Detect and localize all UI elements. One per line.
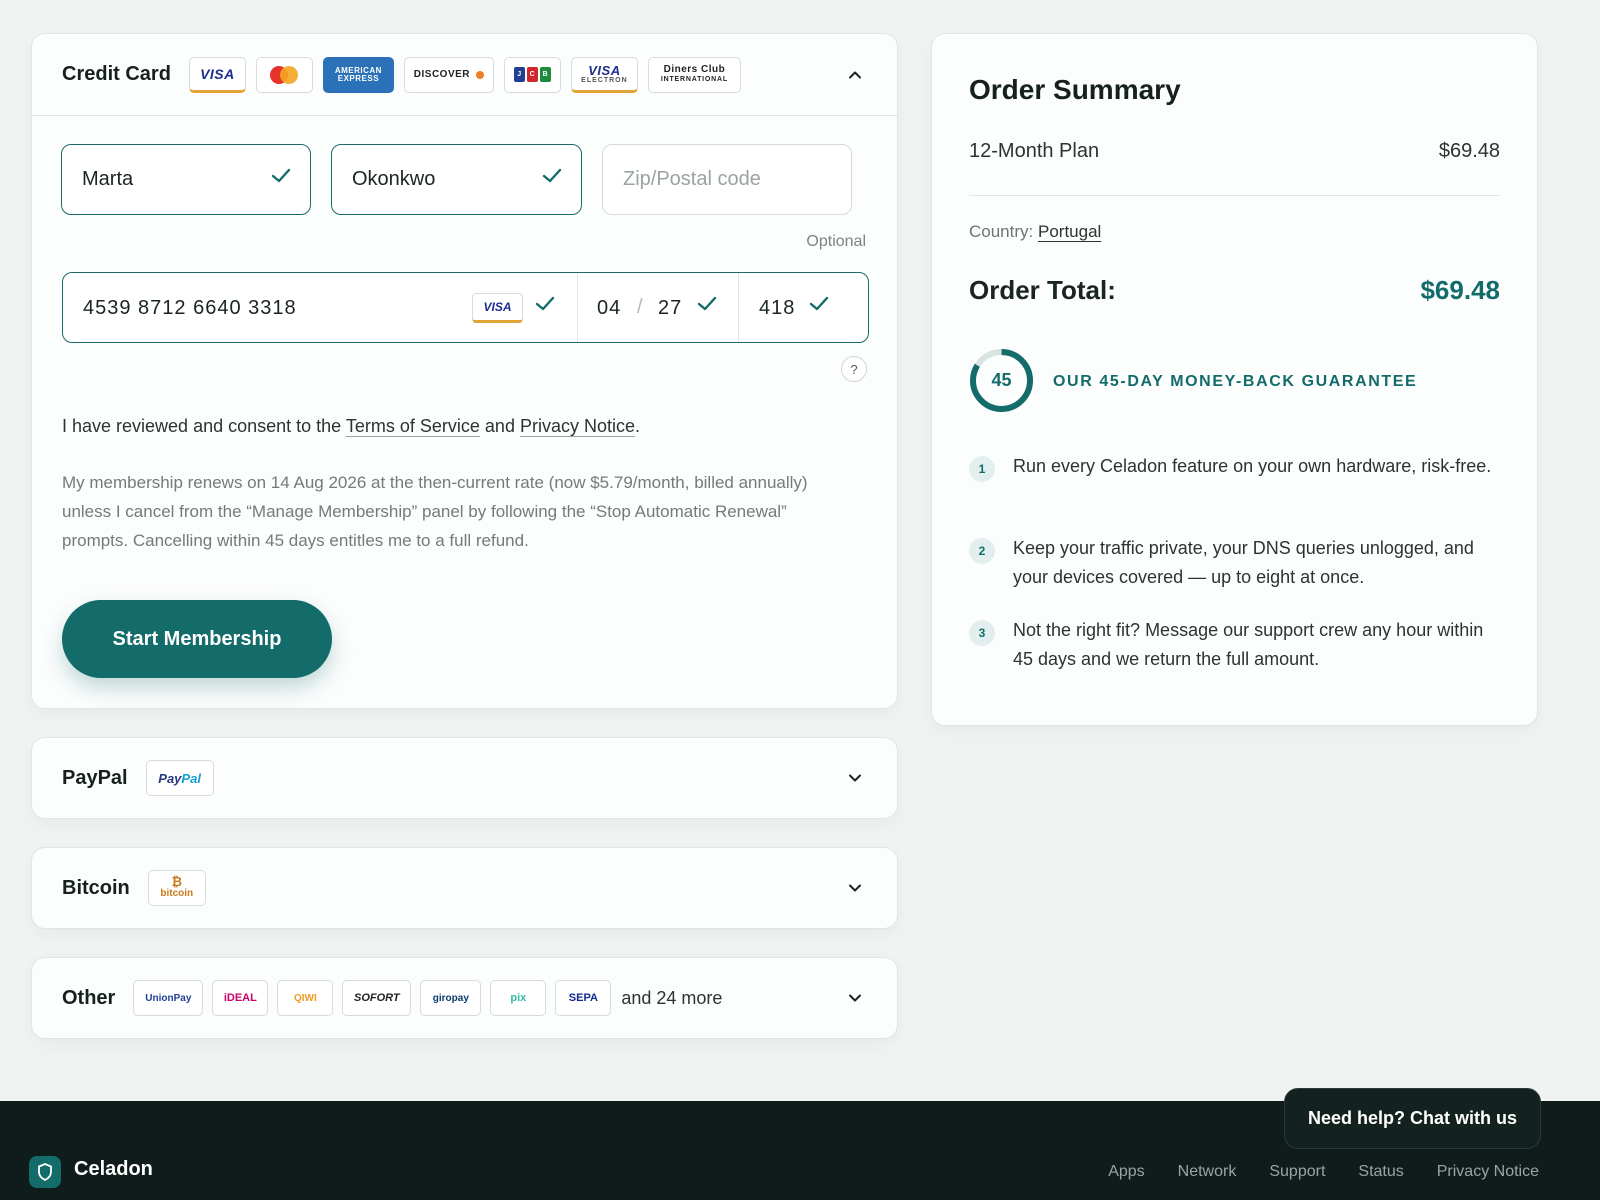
order-summary: Order Summary 12-Month Plan $69.48 Count… — [931, 33, 1538, 726]
card-brand-logos: VISA AMERICAN EXPRESS DISCOVER J C B VISA… — [188, 56, 741, 93]
cvc-help-button[interactable]: ? — [841, 356, 867, 382]
sofort-logo: SOFORT — [342, 980, 412, 1016]
other-method-logos: UnionPay iDEAL QIWI SOFORT giropay pix S… — [133, 980, 612, 1016]
check-icon — [697, 296, 717, 311]
paypal-title: PayPal — [62, 766, 128, 789]
check-icon — [535, 296, 555, 311]
footer-link-apps[interactable]: Apps — [1108, 1163, 1144, 1181]
check-icon — [542, 168, 562, 183]
credit-card-header[interactable]: Credit Card VISA AMERICAN EXPRESS DISCOVE… — [32, 34, 897, 116]
plan-price: $69.48 — [1438, 140, 1500, 162]
footer-brand[interactable]: Celadon — [74, 1158, 153, 1181]
last-name-field[interactable]: Okonkwo — [331, 144, 582, 215]
footer-link-network[interactable]: Network — [1178, 1163, 1237, 1181]
zip-placeholder: Zip/Postal code — [623, 168, 761, 190]
giropay-logo: giropay — [420, 980, 482, 1016]
footer-link-support[interactable]: Support — [1269, 1163, 1325, 1181]
guarantee-point: 2 Keep your traffic private, your DNS qu… — [969, 534, 1500, 592]
cvc-input[interactable]: 418 — [759, 297, 795, 320]
sepa-logo: SEPA — [555, 980, 612, 1016]
jcb-logo: J C B — [503, 56, 561, 93]
other-title: Other — [62, 986, 116, 1009]
guarantee-title: OUR 45-DAY MONEY-BACK GUARANTEE — [1053, 373, 1418, 390]
guarantee-point: 1 Run every Celadon feature on your own … — [969, 452, 1500, 482]
check-icon — [809, 296, 829, 311]
visa-logo: VISA — [188, 56, 246, 93]
credit-card-panel: Credit Card VISA AMERICAN EXPRESS DISCOVE… — [31, 33, 898, 709]
guarantee-point: 3 Not the right fit? Message our support… — [969, 616, 1500, 674]
expiry-year-input[interactable]: 27 — [658, 297, 682, 320]
chevron-down-icon[interactable] — [848, 991, 862, 1005]
paypal-logo: Pay Pal — [145, 760, 214, 796]
order-summary-title: Order Summary — [969, 74, 1181, 105]
check-icon — [271, 168, 291, 183]
paypal-panel[interactable]: PayPal Pay Pal — [31, 737, 898, 819]
privacy-link[interactable]: Privacy Notice — [520, 416, 635, 436]
bitcoin-panel[interactable]: Bitcoin ₿ bitcoin — [31, 847, 898, 929]
footer-link-status[interactable]: Status — [1358, 1163, 1403, 1181]
consent-text: I have reviewed and consent to the Terms… — [62, 416, 641, 436]
visa-electron-logo: VISA ELECTRON — [570, 56, 638, 93]
expiry-separator: / — [637, 296, 643, 318]
credit-card-title: Credit Card — [62, 63, 171, 85]
amex-logo: AMERICAN EXPRESS — [322, 56, 394, 93]
plan-name: 12-Month Plan — [969, 140, 1100, 162]
diners-club-logo: Diners Club INTERNATIONAL — [647, 56, 741, 93]
bitcoin-title: Bitcoin — [62, 876, 130, 899]
ideal-logo: iDEAL — [212, 980, 269, 1016]
first-name-field[interactable]: Marta — [61, 144, 311, 215]
first-name-value: Marta — [82, 168, 134, 190]
guarantee-days: 45 — [991, 370, 1012, 390]
chevron-up-icon[interactable] — [848, 68, 862, 82]
last-name-value: Okonkwo — [352, 168, 436, 190]
start-membership-button[interactable]: Start Membership — [62, 600, 332, 678]
shield-icon — [29, 1156, 61, 1188]
order-total-amount: $69.48 — [1420, 275, 1500, 305]
summary-divider — [969, 195, 1500, 196]
payment-methods: Credit Card VISA AMERICAN EXPRESS DISCOVE… — [31, 33, 898, 1039]
chevron-down-icon[interactable] — [848, 881, 862, 895]
chat-support-button[interactable]: Need help? Chat with us — [1284, 1088, 1541, 1149]
card-details-field: 4539 8712 6640 3318 VISA 04 / 27 418 — [62, 272, 869, 343]
discover-logo: DISCOVER — [403, 56, 494, 93]
renewal-terms: My membership renews on 14 Aug 2026 at t… — [62, 473, 808, 550]
terms-link[interactable]: Terms of Service — [346, 416, 480, 436]
zip-optional-label: Optional — [806, 233, 866, 250]
detected-card-brand: VISA — [472, 293, 523, 323]
plan-row: 12-Month Plan $69.48 — [969, 140, 1500, 163]
other-methods-panel[interactable]: Other UnionPay iDEAL QIWI SOFORT giropay… — [31, 957, 898, 1039]
order-total-row: Order Total: $69.48 — [969, 275, 1500, 306]
country-row: Country: Portugal — [969, 222, 1102, 241]
footer-nav: Apps Network Support Status Privacy Noti… — [1108, 1163, 1539, 1181]
more-methods-label: and 24 more — [621, 987, 723, 1008]
chevron-down-icon[interactable] — [848, 771, 862, 785]
mastercard-logo — [255, 56, 313, 93]
pix-logo: pix — [490, 980, 547, 1016]
footer-link-privacy[interactable]: Privacy Notice — [1437, 1163, 1539, 1181]
zip-code-field[interactable]: Zip/Postal code — [602, 144, 852, 215]
bitcoin-logo: ₿ bitcoin — [147, 870, 206, 906]
country-link[interactable]: Portugal — [1038, 222, 1101, 241]
card-number-input[interactable]: 4539 8712 6640 3318 — [83, 297, 297, 320]
order-total-label: Order Total: — [969, 275, 1116, 305]
qiwi-logo: QIWI — [277, 980, 334, 1016]
expiry-month-input[interactable]: 04 — [597, 297, 621, 320]
unionpay-logo: UnionPay — [133, 980, 204, 1016]
